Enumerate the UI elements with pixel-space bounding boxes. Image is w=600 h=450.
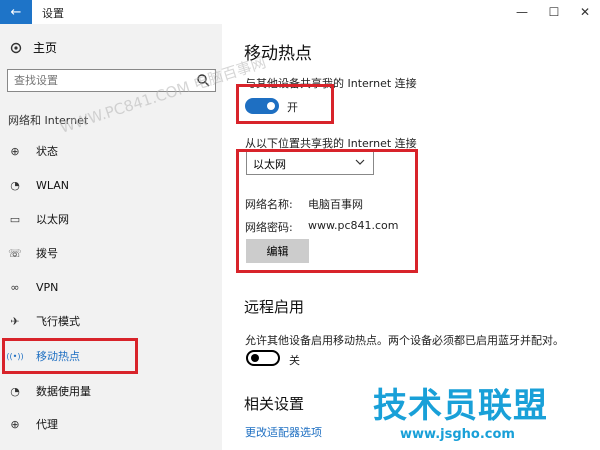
share-toggle[interactable] bbox=[245, 98, 279, 114]
airplane-icon: ✈ bbox=[10, 314, 20, 328]
sidebar-item-label: 以太网 bbox=[36, 213, 69, 226]
sidebar-item-vpn[interactable]: ∞ VPN bbox=[8, 273, 198, 301]
back-button[interactable]: ← bbox=[0, 0, 32, 24]
sidebar-item-label: 移动热点 bbox=[36, 350, 80, 363]
maximize-icon: ☐ bbox=[548, 5, 560, 19]
sidebar-item-label: WLAN bbox=[36, 178, 70, 192]
minimize-button[interactable]: — bbox=[507, 2, 537, 22]
sidebar-home[interactable]: 主页 bbox=[9, 39, 57, 56]
site-logo-watermark: 技术员联盟 bbox=[373, 386, 548, 426]
sidebar-item-proxy[interactable]: ⊕ 代理 bbox=[8, 410, 198, 438]
page-title: 移动热点 bbox=[244, 44, 312, 64]
change-adapter-options-link[interactable]: 更改适配器选项 bbox=[245, 424, 322, 440]
network-name-value: 电脑百事网 bbox=[308, 198, 363, 211]
close-button[interactable]: ✕ bbox=[570, 2, 600, 22]
minimize-icon: — bbox=[516, 5, 528, 19]
share-label: 与其他设备共享我的 Internet 连接 bbox=[245, 77, 417, 90]
sidebar-item-label: 飞行模式 bbox=[36, 315, 80, 328]
chevron-down-icon bbox=[355, 159, 365, 165]
data-usage-icon: ◔ bbox=[10, 384, 20, 398]
sidebar-item-label: 拨号 bbox=[36, 247, 58, 260]
close-icon: ✕ bbox=[579, 5, 591, 19]
sidebar-item-mobile-hotspot[interactable]: ((•)) 移动热点 bbox=[6, 342, 198, 370]
related-section-title: 相关设置 bbox=[244, 395, 305, 413]
share-from-value: 以太网 bbox=[253, 158, 286, 171]
sidebar-item-label: 状态 bbox=[36, 145, 58, 158]
phone-icon: ☏ bbox=[8, 246, 22, 260]
sidebar-item-label: 代理 bbox=[36, 418, 58, 431]
share-toggle-state: 开 bbox=[287, 101, 298, 114]
window-title: 设置 bbox=[42, 7, 64, 20]
gear-icon bbox=[10, 42, 22, 53]
proxy-icon: ⊕ bbox=[10, 417, 20, 431]
sidebar-item-wlan[interactable]: ◔ WLAN bbox=[8, 171, 198, 199]
edit-button[interactable]: 编辑 bbox=[246, 239, 309, 263]
sidebar-item-airplane-mode[interactable]: ✈ 飞行模式 bbox=[8, 307, 198, 335]
title-bar: ← 设置 — ☐ ✕ bbox=[0, 0, 600, 24]
wifi-icon: ◔ bbox=[10, 178, 20, 192]
share-from-select[interactable]: 以太网 bbox=[246, 150, 374, 175]
network-password-value: www.pc841.com bbox=[308, 219, 399, 232]
sidebar-item-label: 数据使用量 bbox=[36, 385, 91, 398]
network-name-label: 网络名称: bbox=[245, 198, 293, 211]
remote-section-title: 远程启用 bbox=[244, 298, 305, 316]
remote-description: 允许其他设备启用移动热点。两个设备必须都已启用蓝牙并配对。 bbox=[245, 334, 564, 347]
remote-toggle-state: 关 bbox=[289, 354, 300, 367]
sidebar-home-label: 主页 bbox=[33, 41, 58, 55]
sidebar-item-status[interactable]: ⊕ 状态 bbox=[8, 137, 198, 165]
sidebar-item-data-usage[interactable]: ◔ 数据使用量 bbox=[8, 377, 198, 405]
ethernet-icon: ▭ bbox=[9, 212, 21, 226]
vpn-icon: ∞ bbox=[10, 280, 20, 294]
sidebar: 主页 网络和 Internet ⊕ 状态 ◔ WLAN ▭ 以太网 ☏ 拨号 ∞… bbox=[0, 24, 268, 450]
network-password-label: 网络密码: bbox=[245, 221, 293, 234]
maximize-button[interactable]: ☐ bbox=[539, 2, 569, 22]
sidebar-item-label: VPN bbox=[36, 280, 59, 294]
remote-toggle[interactable] bbox=[246, 350, 280, 366]
globe-icon: ⊕ bbox=[10, 144, 20, 158]
share-from-label: 从以下位置共享我的 Internet 连接 bbox=[245, 137, 417, 150]
back-arrow-icon: ← bbox=[10, 4, 22, 20]
hotspot-icon: ((•)) bbox=[6, 351, 24, 361]
sidebar-item-dialup[interactable]: ☏ 拨号 bbox=[8, 239, 198, 267]
sidebar-item-ethernet[interactable]: ▭ 以太网 bbox=[8, 205, 198, 233]
site-url-watermark: www.jsgho.com bbox=[400, 427, 515, 442]
